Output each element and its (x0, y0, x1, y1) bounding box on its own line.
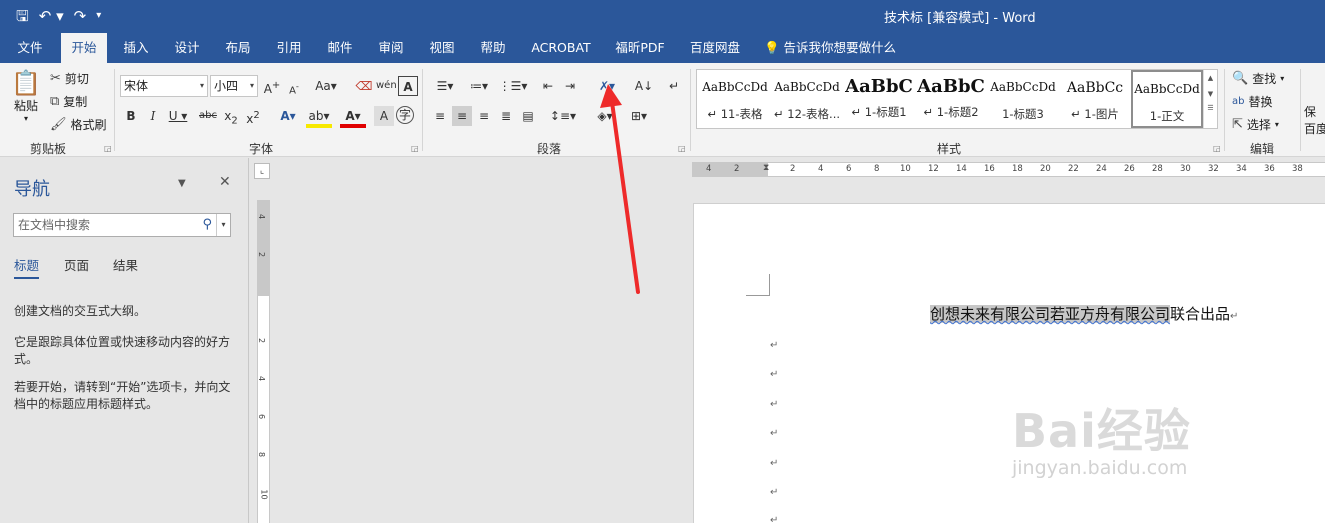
arrow-shaft (610, 100, 640, 294)
annotation-arrow (600, 84, 640, 294)
arrow-head (600, 84, 622, 108)
